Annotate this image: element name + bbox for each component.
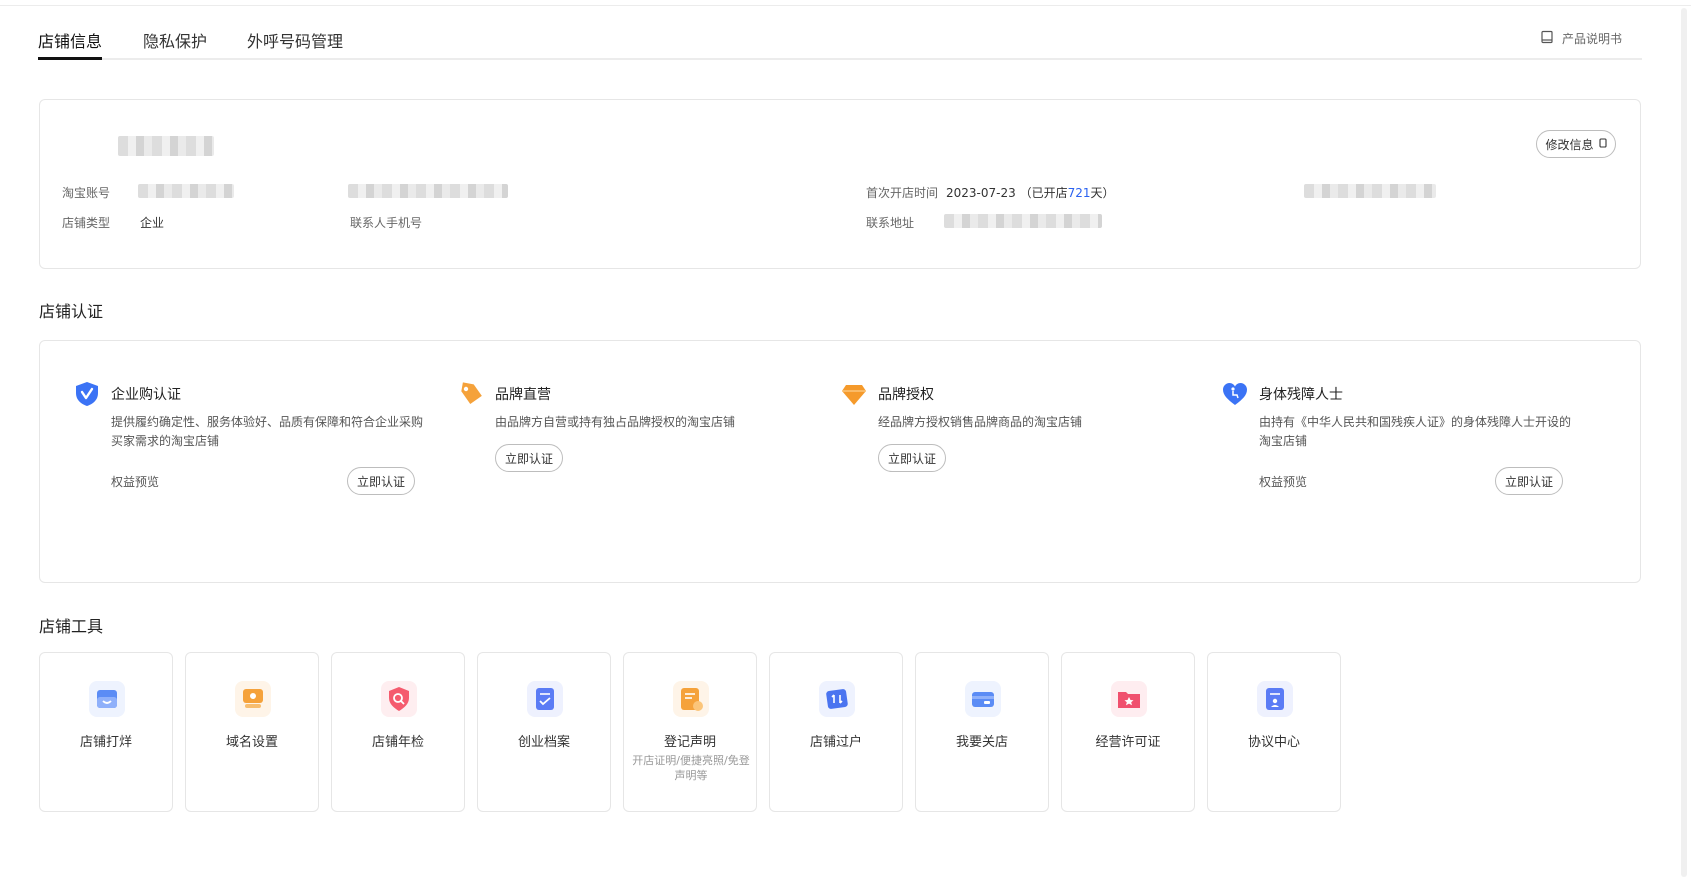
certify-button[interactable]: 立即认证: [347, 467, 415, 495]
transfer-icon: [819, 681, 855, 717]
edit-info-label: 修改信息: [1545, 137, 1594, 152]
cert-title: 企业购认证: [111, 387, 181, 403]
tag-icon: [457, 380, 485, 408]
cert-desc: 提供履约确定性、服务体验好、品质有保障和符合企业采购买家需求的淘宝店铺: [111, 415, 424, 448]
top-border: [0, 0, 1691, 6]
tool-startup-archive[interactable]: 创业档案: [477, 652, 611, 812]
tool-business-license[interactable]: 经营许可证: [1061, 652, 1195, 812]
tool-name: 登记声明: [663, 735, 716, 750]
open-days-suffix: 天）: [1090, 186, 1115, 200]
edit-icon: [1598, 137, 1607, 151]
tool-annual-inspection[interactable]: 店铺年检: [331, 652, 465, 812]
cert-section-title: 店铺认证: [39, 302, 104, 321]
open-days-prefix: （已开店: [1019, 186, 1068, 200]
taobao-account-label: 淘宝账号: [62, 186, 111, 200]
tool-desc: 开店证明/便捷亮照/免登声明等: [632, 754, 750, 782]
diamond-icon: [840, 380, 868, 408]
store-close-icon: [89, 681, 125, 717]
certify-button[interactable]: 立即认证: [495, 444, 563, 472]
tool-close-store[interactable]: 我要关店: [915, 652, 1049, 812]
close-store-icon: [965, 681, 1001, 717]
tool-name: 经营许可证: [1095, 735, 1161, 750]
tool-domain-settings[interactable]: 域名设置: [185, 652, 319, 812]
registration-icon: [673, 681, 709, 717]
edit-info-button[interactable]: 修改信息: [1536, 130, 1616, 158]
certify-button[interactable]: 立即认证: [878, 444, 946, 472]
benefit-preview-link[interactable]: 权益预览: [111, 473, 159, 490]
manual-link[interactable]: 产品说明书: [1540, 30, 1622, 47]
domain-icon: [235, 681, 271, 717]
cert-brand-authorized: 品牌授权 经品牌方授权销售品牌商品的淘宝店铺 立即认证: [840, 379, 1190, 472]
tool-name: 域名设置: [225, 735, 278, 750]
manual-label: 产品说明书: [1561, 32, 1622, 46]
tool-agreement-center[interactable]: 协议中心: [1207, 652, 1341, 812]
tool-name: 店铺打烊: [79, 735, 132, 750]
tab-privacy[interactable]: 隐私保护: [143, 28, 207, 60]
cert-desc: 经品牌方授权销售品牌商品的淘宝店铺: [878, 415, 1083, 429]
taobao-account-redacted: [138, 184, 234, 198]
address-redacted: [944, 214, 1102, 228]
heart-accessibility-icon: [1221, 380, 1249, 408]
cert-disabled-persons: 身体残障人士 由持有《中华人民共和国残疾人证》的身体残障人士开设的淘宝店铺 权益…: [1221, 379, 1571, 495]
open-time-value: 2023-07-23 （已开店721天）: [946, 184, 1115, 201]
shield-search-icon: [381, 681, 417, 717]
certify-button[interactable]: 立即认证: [1495, 467, 1563, 495]
tool-store-closing[interactable]: 店铺打烊: [39, 652, 173, 812]
tool-name: 创业档案: [517, 735, 570, 750]
store-name-redacted: [118, 136, 214, 156]
cert-card: 企业购认证 提供履约确定性、服务体验好、品质有保障和符合企业采购买家需求的淘宝店…: [39, 340, 1641, 583]
open-days: 721: [1067, 186, 1091, 200]
tool-name: 店铺年检: [371, 735, 424, 750]
tool-name: 协议中心: [1247, 735, 1300, 750]
open-date: 2023-07-23: [946, 186, 1016, 200]
shield-check-icon: [73, 380, 101, 408]
store-type-value: 企业: [140, 216, 165, 230]
tool-name: 店铺过户: [809, 735, 862, 750]
cert-enterprise: 企业购认证 提供履约确定性、服务体验好、品质有保障和符合企业采购买家需求的淘宝店…: [73, 379, 423, 495]
cert-title: 身体残障人士: [1259, 387, 1343, 403]
tab-bar: 店铺信息 隐私保护 外呼号码管理 产品说明书: [38, 24, 1642, 60]
address-label: 联系地址: [866, 216, 915, 230]
tool-registration-statement[interactable]: 登记声明 开店证明/便捷亮照/免登声明等: [623, 652, 757, 812]
store-type-label: 店铺类型: [62, 216, 111, 230]
cert-title: 品牌直营: [495, 387, 551, 403]
agreement-icon: [1257, 681, 1293, 717]
cert-desc: 由品牌方自营或持有独占品牌授权的淘宝店铺: [495, 415, 736, 429]
cert-brand-direct: 品牌直营 由品牌方自营或持有独占品牌授权的淘宝店铺 立即认证: [457, 379, 807, 472]
book-icon: [1540, 30, 1554, 47]
tab-store-info[interactable]: 店铺信息: [38, 28, 103, 60]
scrollbar[interactable]: [1681, 8, 1687, 877]
field-redacted-2: [1304, 184, 1436, 198]
open-time-label: 首次开店时间: [866, 186, 939, 200]
field-redacted: [348, 184, 508, 198]
tool-name: 我要关店: [955, 735, 1008, 750]
license-folder-icon: [1111, 681, 1147, 717]
cert-desc: 由持有《中华人民共和国残疾人证》的身体残障人士开设的淘宝店铺: [1259, 415, 1572, 448]
store-info-card: 修改信息 淘宝账号 首次开店时间 2023-07-23 （已开店721天） 店铺…: [39, 99, 1641, 269]
cert-title: 品牌授权: [878, 387, 934, 403]
benefit-preview-link[interactable]: 权益预览: [1259, 473, 1307, 490]
tab-outbound-number[interactable]: 外呼号码管理: [247, 28, 343, 60]
archive-icon: [527, 681, 563, 717]
tools-section-title: 店铺工具: [39, 617, 104, 636]
contact-phone-label: 联系人手机号: [350, 216, 423, 230]
tool-store-transfer[interactable]: 店铺过户: [769, 652, 903, 812]
